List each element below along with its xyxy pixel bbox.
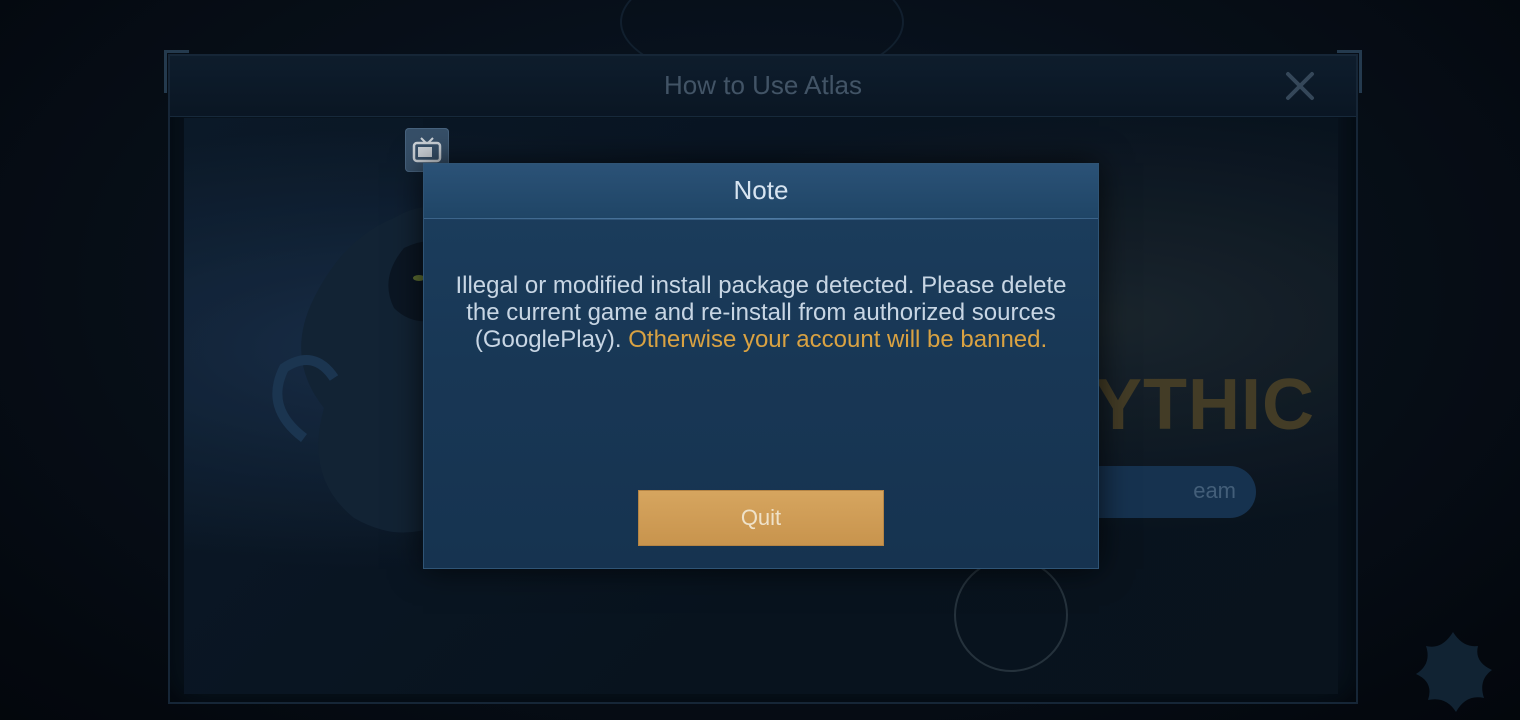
game-screen: How to Use Atlas YTHIC eam Note Illegal … — [0, 0, 1520, 720]
quit-button[interactable]: Quit — [638, 490, 884, 546]
header-divider — [434, 218, 1088, 220]
note-dialog-message: Illegal or modified install package dete… — [454, 272, 1068, 353]
note-dialog-header: Note — [424, 164, 1098, 219]
note-dialog-title: Note — [733, 175, 789, 205]
warning-text: Otherwise your account will be banned. — [628, 326, 1048, 353]
